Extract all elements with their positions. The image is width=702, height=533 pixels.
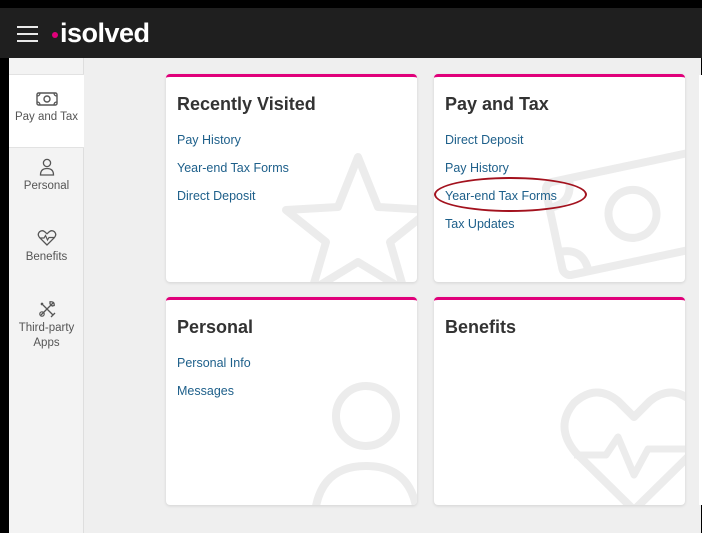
sidebar-item-label: Pay and Tax [14, 111, 79, 123]
pay-and-tax-card: Pay and Tax Direct Deposit Pay History Y… [434, 74, 685, 282]
logo-text: isolved [60, 17, 150, 48]
money-icon [542, 147, 685, 280]
link-messages[interactable]: Messages [177, 384, 251, 398]
personal-card: Personal Personal Info Messages [166, 297, 417, 505]
link-direct-deposit[interactable]: Direct Deposit [445, 133, 557, 147]
tools-icon [38, 301, 55, 318]
link-pay-history[interactable]: Pay History [177, 133, 289, 147]
recently-visited-card: Recently Visited Pay History Year-end Ta… [166, 74, 417, 282]
card-title: Benefits [445, 317, 517, 337]
star-icon [282, 153, 417, 282]
card-links: Pay History Year-end Tax Forms Direct De… [177, 133, 289, 217]
card-links: Direct Deposit Pay History Year-end Tax … [445, 133, 557, 245]
heart-pulse-icon [560, 388, 685, 505]
link-year-end-tax-forms[interactable]: Year-end Tax Forms [445, 189, 557, 203]
card-title: Personal [177, 317, 254, 337]
link-personal-info[interactable]: Personal Info [177, 356, 251, 370]
sidebar-item-label: Third-party [18, 322, 75, 334]
benefits-card: Benefits [434, 297, 685, 505]
top-bar: isolved [0, 0, 702, 58]
link-year-end-tax-forms[interactable]: Year-end Tax Forms [177, 161, 289, 175]
sidebar-item-benefits[interactable]: Benefits [9, 225, 84, 277]
money-icon [35, 92, 58, 106]
hamburger-menu-icon[interactable] [17, 26, 38, 42]
sidebar-item-label: Benefits [25, 251, 68, 263]
brand-logo[interactable]: isolved [52, 18, 150, 48]
card-title: Recently Visited [177, 94, 316, 114]
link-tax-updates[interactable]: Tax Updates [445, 217, 557, 231]
person-icon [312, 382, 417, 505]
sidebar-item-label: Apps [33, 337, 60, 349]
sidebar: Pay and Tax Personal Benefits Third-part… [9, 58, 84, 533]
sidebar-item-label: Personal [23, 180, 70, 192]
link-pay-history[interactable]: Pay History [445, 161, 557, 175]
card-title: Pay and Tax [445, 94, 549, 114]
heart-pulse-icon [37, 230, 56, 246]
person-icon [39, 158, 54, 176]
sidebar-item-personal[interactable]: Personal [9, 154, 84, 206]
link-direct-deposit[interactable]: Direct Deposit [177, 189, 289, 203]
card-links: Personal Info Messages [177, 356, 251, 412]
sidebar-item-third-party-apps[interactable]: Third-party Apps [9, 296, 84, 356]
sidebar-item-pay-and-tax[interactable]: Pay and Tax [9, 74, 84, 148]
logo-dot-icon [52, 32, 58, 38]
